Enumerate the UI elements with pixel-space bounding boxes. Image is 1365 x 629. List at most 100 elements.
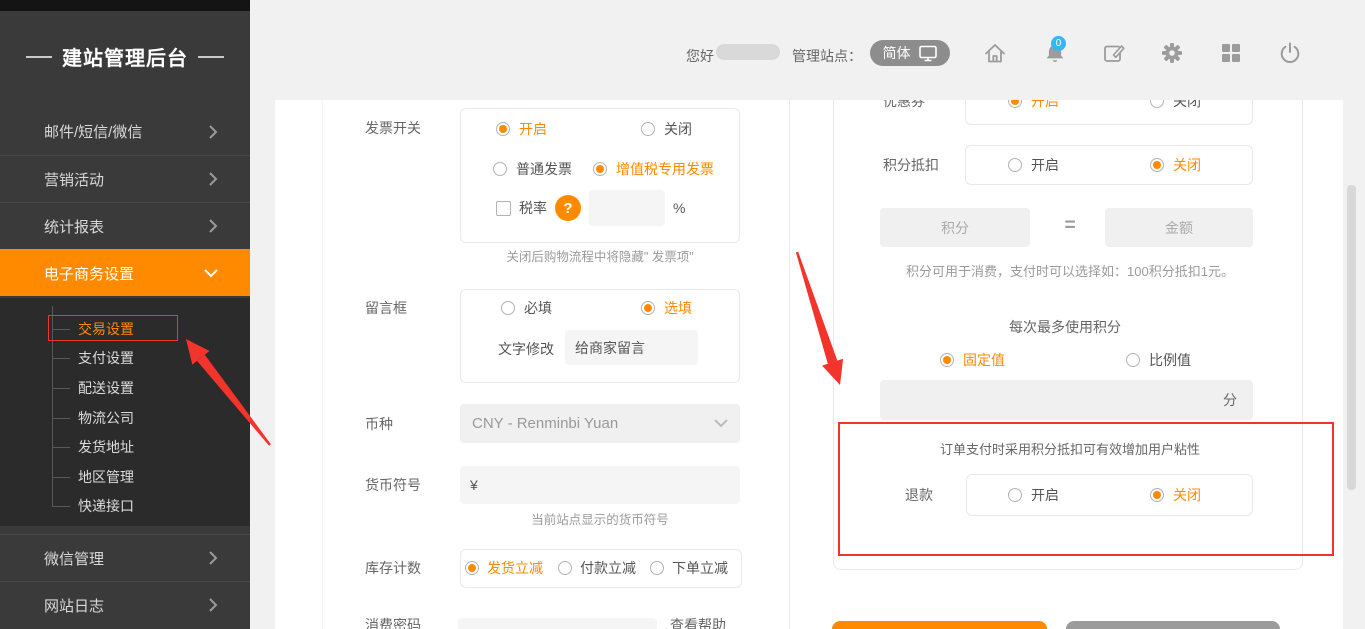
stock-pay-option[interactable]: 付款立减 xyxy=(558,558,636,578)
radio-refund-on[interactable] xyxy=(1008,488,1022,502)
chevron-right-icon xyxy=(209,219,218,233)
message-box-label: 留言框 xyxy=(365,298,407,318)
currency-symbol-input[interactable] xyxy=(460,466,740,504)
max-points-field: 分 xyxy=(880,380,1253,420)
sidebar-item-ecommerce-settings[interactable]: 电子商务设置 xyxy=(0,249,250,296)
scrollbar-thumb[interactable] xyxy=(1347,185,1356,490)
points-on-label: 开启 xyxy=(1031,155,1059,175)
panel-left-divider xyxy=(322,100,323,629)
invoice-on-option[interactable]: 开启 xyxy=(496,119,547,139)
submenu-item-delivery-settings[interactable]: 配送设置 xyxy=(0,373,250,403)
gear-icon[interactable] xyxy=(1159,40,1185,66)
sidebar-item-site-logs[interactable]: 网站日志 xyxy=(0,581,250,628)
save-button[interactable] xyxy=(832,621,1047,629)
stock-order-option[interactable]: 下单立减 xyxy=(650,558,728,578)
monitor-icon xyxy=(918,44,938,63)
radio-invoice-normal[interactable] xyxy=(493,162,507,176)
tax-rate-label: 税率 xyxy=(519,198,547,218)
submenu-label: 配送设置 xyxy=(78,378,134,398)
home-icon[interactable] xyxy=(982,40,1008,66)
notification-badge: 0 xyxy=(1051,36,1066,51)
tax-rate-input[interactable] xyxy=(589,190,665,226)
fixed-value-option[interactable]: 固定值 xyxy=(940,350,1005,370)
ratio-value-option[interactable]: 比例值 xyxy=(1126,350,1191,370)
radio-coupon-off[interactable] xyxy=(1150,100,1164,108)
message-optional-option[interactable]: 选填 xyxy=(641,298,692,318)
invoice-normal-label: 普通发票 xyxy=(516,159,572,179)
sidebar-item-marketing[interactable]: 营销活动 xyxy=(0,155,250,202)
help-icon[interactable]: ? xyxy=(555,195,581,221)
radio-fixed-value[interactable] xyxy=(940,353,954,367)
radio-points-off[interactable] xyxy=(1150,158,1164,172)
tax-rate-checkbox[interactable] xyxy=(496,201,511,216)
invoice-vat-option[interactable]: 增值税专用发票 xyxy=(593,159,714,179)
radio-stock-pay[interactable] xyxy=(558,561,572,575)
max-points-input[interactable] xyxy=(896,391,1223,409)
sidebar-title-text: 建站管理后台 xyxy=(62,42,188,71)
sidebar-menu: 邮件/短信/微信 营销活动 统计报表 电子商务设置 xyxy=(0,108,250,296)
invoice-off-option[interactable]: 关闭 xyxy=(641,119,692,139)
submenu-item-express-api[interactable]: 快递接口 xyxy=(0,492,250,522)
coupon-label: 优惠券 xyxy=(883,100,925,111)
fixed-value-label: 固定值 xyxy=(963,350,1005,370)
invoice-normal-option[interactable]: 普通发票 xyxy=(493,159,572,179)
invoice-vat-label: 增值税专用发票 xyxy=(616,159,714,179)
radio-stock-order[interactable] xyxy=(650,561,664,575)
message-required-option[interactable]: 必填 xyxy=(501,298,552,318)
amount-input[interactable] xyxy=(1105,208,1253,247)
points-on-option[interactable]: 开启 xyxy=(1008,155,1059,175)
apps-grid-icon[interactable] xyxy=(1218,40,1244,66)
refund-off-option[interactable]: 关闭 xyxy=(1150,485,1201,505)
coupon-off-option[interactable]: 关闭 xyxy=(1150,100,1201,111)
radio-invoice-off[interactable] xyxy=(641,122,655,136)
radio-ratio-value[interactable] xyxy=(1126,353,1140,367)
view-help-link[interactable]: 查看帮助 xyxy=(670,615,726,629)
edit-icon[interactable] xyxy=(1101,40,1127,66)
radio-refund-off[interactable] xyxy=(1150,488,1164,502)
points-benefit-note: 订单支付时采用积分抵扣可有效增加用户粘性 xyxy=(880,439,1260,458)
points-unit: 分 xyxy=(1223,390,1237,410)
language-pill-button[interactable]: 简体 xyxy=(870,40,950,66)
sidebar-menu-bottom: 微信管理 网站日志 xyxy=(0,534,250,628)
currency-symbol-label: 货币符号 xyxy=(365,475,421,495)
radio-message-optional[interactable] xyxy=(641,301,655,315)
radio-points-on[interactable] xyxy=(1008,158,1022,172)
chevron-down-icon xyxy=(204,269,218,278)
refund-on-option[interactable]: 开启 xyxy=(1008,485,1059,505)
currency-select[interactable]: CNY - Renminbi Yuan xyxy=(460,404,740,443)
sidebar-top-strip xyxy=(0,0,250,11)
radio-stock-ship[interactable] xyxy=(465,561,479,575)
submenu-label: 物流公司 xyxy=(78,408,134,428)
percent-sign: % xyxy=(673,200,685,216)
radio-message-required[interactable] xyxy=(501,301,515,315)
message-text-input[interactable] xyxy=(565,330,698,365)
coupon-on-option[interactable]: 开启 xyxy=(1008,100,1059,111)
currency-label: 币种 xyxy=(365,414,393,434)
stock-ship-label: 发货立减 xyxy=(487,558,543,578)
sidebar-item-wechat-management[interactable]: 微信管理 xyxy=(0,534,250,581)
points-off-option[interactable]: 关闭 xyxy=(1150,155,1201,175)
title-dash-left xyxy=(26,56,52,58)
power-icon[interactable] xyxy=(1277,40,1303,66)
greeting-text: 您好 xyxy=(686,46,714,66)
submenu-item-shipping-address[interactable]: 发货地址 xyxy=(0,432,250,462)
coupon-off-label: 关闭 xyxy=(1173,100,1201,111)
submenu-item-trade-settings[interactable]: 交易设置 xyxy=(0,314,250,344)
language-pill-label: 简体 xyxy=(883,43,911,63)
submenu-item-payment-settings[interactable]: 支付设置 xyxy=(0,344,250,374)
points-input[interactable] xyxy=(880,208,1030,247)
currency-select-value: CNY - Renminbi Yuan xyxy=(472,415,618,432)
stock-ship-option[interactable]: 发货立减 xyxy=(465,558,543,578)
submenu-item-region-management[interactable]: 地区管理 xyxy=(0,462,250,492)
sidebar-item-mail-sms-wechat[interactable]: 邮件/短信/微信 xyxy=(0,108,250,155)
radio-invoice-vat[interactable] xyxy=(593,162,607,176)
cancel-button[interactable] xyxy=(1066,621,1280,629)
radio-invoice-on[interactable] xyxy=(496,122,510,136)
consume-password-input[interactable] xyxy=(458,618,657,629)
submenu-item-logistics-company[interactable]: 物流公司 xyxy=(0,403,250,433)
points-deduct-label: 积分抵扣 xyxy=(883,155,939,175)
invoice-note: 关闭后购物流程中将隐藏" 发票项" xyxy=(460,249,740,265)
submenu-label: 发货地址 xyxy=(78,437,134,457)
sidebar-item-statistics[interactable]: 统计报表 xyxy=(0,202,250,249)
radio-coupon-on[interactable] xyxy=(1008,100,1022,108)
